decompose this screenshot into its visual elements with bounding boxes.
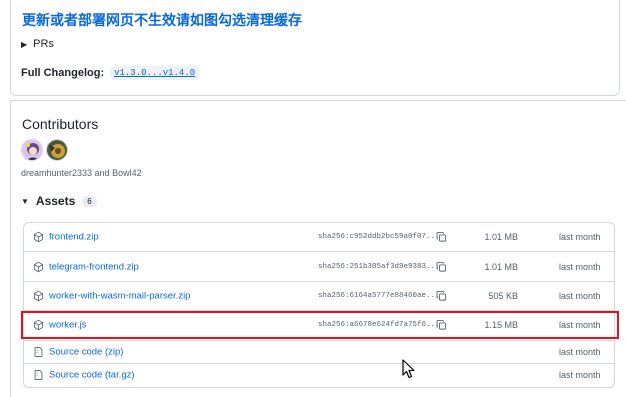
source-code-link[interactable]: Source code (zip)	[49, 346, 123, 357]
release-headline-link[interactable]: 更新或者部署网页不生效请如图勾选清理缓存	[22, 10, 302, 30]
asset-row-source-zip: Source code (zip) last month	[24, 341, 614, 364]
copy-icon[interactable]	[436, 290, 447, 301]
avatar-bowl42[interactable]	[46, 139, 68, 161]
package-icon	[33, 231, 44, 243]
caret-down-icon: ▼	[21, 196, 29, 206]
asset-row-telegram-frontend-zip: telegram-frontend.zip sha256:251b305af3d…	[24, 252, 614, 282]
package-icon	[33, 290, 44, 302]
assets-count-badge: 6	[82, 195, 97, 207]
changelog-compare-link[interactable]: v1.3.0...v1.4.0	[110, 66, 200, 80]
asset-link[interactable]: worker-with-wasm-mail-parser.zip	[49, 290, 190, 301]
asset-date: last month	[559, 232, 601, 243]
copy-icon[interactable]	[436, 261, 447, 272]
asset-sha256: sha256:6164a5777e88460ae...	[318, 291, 440, 300]
contributor-names: dreamhunter2333 and Bowl42	[21, 168, 142, 178]
assets-toggle[interactable]: ▼ Assets 6	[21, 194, 97, 208]
asset-size: 1.01 MB	[484, 261, 518, 272]
asset-link[interactable]: telegram-frontend.zip	[49, 261, 139, 272]
asset-date: last month	[559, 346, 601, 357]
mouse-cursor-icon	[402, 359, 415, 379]
package-icon	[33, 261, 44, 272]
source-code-link[interactable]: Source code (tar.gz)	[49, 370, 135, 381]
changelog-label: Full Changelog:	[21, 67, 105, 79]
file-zip-icon	[34, 370, 43, 380]
assets-list: frontend.zip sha256:c952ddb2bc59a0f07...…	[23, 222, 615, 388]
prs-label: PRs	[33, 38, 54, 50]
asset-row-source-tar-gz: Source code (tar.gz) last month	[24, 364, 614, 387]
asset-link[interactable]: frontend.zip	[49, 232, 99, 243]
asset-row-frontend-zip: frontend.zip sha256:c952ddb2bc59a0f07...…	[24, 223, 614, 253]
asset-row-worker-with-wasm-mail-parser-zip: worker-with-wasm-mail-parser.zip sha256:…	[24, 282, 614, 312]
caret-right-icon: ▶	[21, 39, 28, 49]
contributors-heading: Contributors	[22, 116, 99, 132]
asset-sha256: sha256:c952ddb2bc59a0f07...	[318, 233, 440, 242]
asset-size: 1.01 MB	[484, 232, 518, 243]
contributor-avatars	[21, 139, 68, 161]
asset-size: 505 KB	[488, 290, 518, 301]
asset-sha256: sha256:251b305af3d9e9383...	[318, 262, 440, 271]
prs-toggle[interactable]: ▶ PRs	[21, 38, 54, 50]
asset-date: last month	[559, 370, 601, 381]
copy-icon[interactable]	[436, 232, 447, 243]
full-changelog: Full Changelog: v1.3.0...v1.4.0	[21, 66, 200, 80]
worker-js-highlight-box	[21, 311, 619, 339]
asset-date: last month	[559, 261, 601, 272]
avatar-dreamhunter2333[interactable]	[21, 139, 43, 161]
asset-date: last month	[559, 290, 601, 301]
assets-heading: Assets	[35, 194, 76, 208]
file-zip-icon	[34, 346, 43, 357]
